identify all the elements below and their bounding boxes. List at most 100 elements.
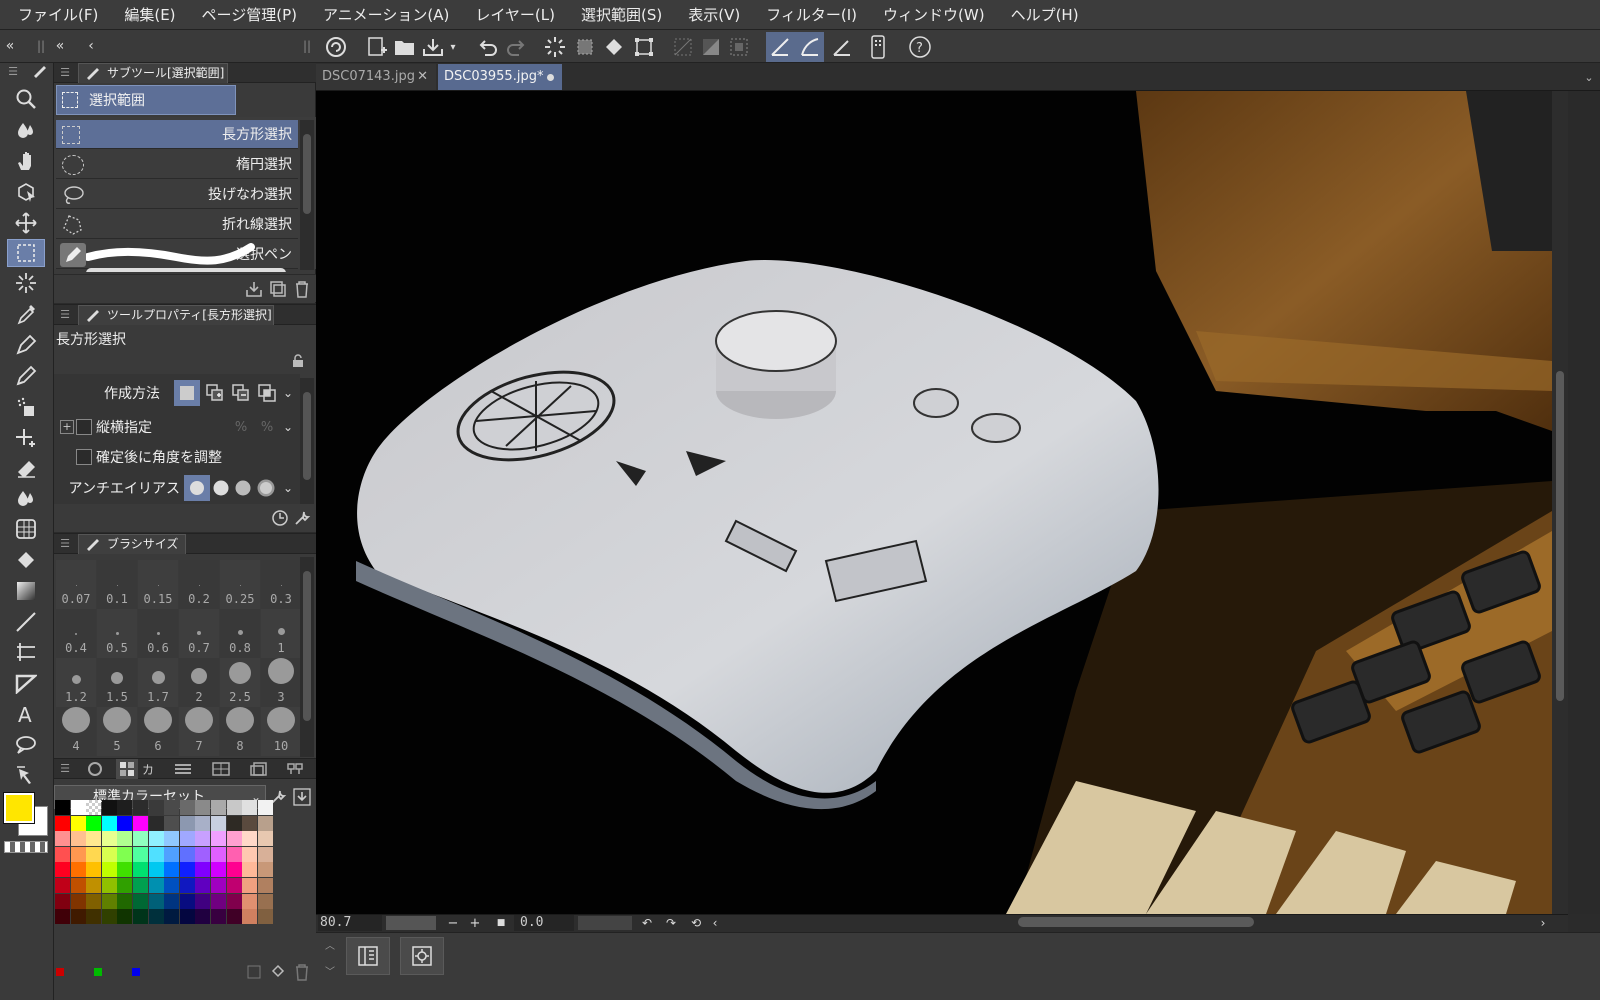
menu-filter[interactable]: フィルター(I): [753, 0, 870, 30]
color-swatch[interactable]: [164, 846, 180, 862]
color-swatch[interactable]: [179, 878, 195, 893]
color-swatch[interactable]: [211, 878, 226, 893]
brush-size-cell[interactable]: 7: [179, 707, 219, 756]
color-swatch[interactable]: [101, 831, 117, 847]
color-swatch[interactable]: [195, 800, 211, 815]
color-swatch[interactable]: [101, 893, 117, 909]
fill-bucket-icon[interactable]: [600, 33, 628, 61]
color-swatch[interactable]: [117, 878, 133, 893]
doc-tab-2[interactable]: DSC03955.jpg*: [438, 64, 562, 90]
clear-outside-icon[interactable]: [670, 33, 696, 61]
color-swatch[interactable]: [148, 893, 164, 909]
color-swatch[interactable]: [164, 878, 180, 893]
menu-page[interactable]: ページ管理(P): [189, 0, 310, 30]
color-swatch[interactable]: [70, 815, 86, 831]
adjust-angle-checkbox[interactable]: [76, 449, 92, 465]
phone-icon[interactable]: [866, 33, 890, 61]
color-swatch[interactable]: [195, 878, 211, 893]
chevron-down-icon[interactable]: ⌄: [1582, 68, 1596, 86]
color-swatch[interactable]: [70, 800, 86, 815]
color-swatch[interactable]: [211, 893, 226, 909]
expand-icon[interactable]: +: [60, 420, 74, 434]
zoom-tool-icon[interactable]: [7, 85, 45, 113]
ruler-icon[interactable]: [7, 638, 45, 666]
brush-size-cell[interactable]: 1.5: [97, 658, 137, 707]
color-swatch[interactable]: [55, 846, 70, 862]
canvas-area[interactable]: [316, 91, 1552, 914]
panel-menu-icon[interactable]: ☰: [58, 534, 72, 552]
color-swatch[interactable]: [101, 846, 117, 862]
brush-size-cell[interactable]: 0.07: [56, 560, 96, 609]
color-swatch[interactable]: [133, 800, 148, 815]
eraser-icon[interactable]: [7, 454, 45, 482]
color-swatch[interactable]: [257, 831, 273, 847]
chevron-up-icon[interactable]: ︿: [322, 937, 338, 952]
color-swatch[interactable]: [226, 862, 242, 878]
scroll-left-icon[interactable]: ‹: [708, 914, 722, 932]
subtool-scrollbar[interactable]: [300, 120, 314, 270]
move-tool-icon[interactable]: [7, 209, 45, 237]
color-swatch[interactable]: [195, 893, 211, 909]
red-swatch[interactable]: [56, 968, 64, 976]
add-color-icon[interactable]: [244, 962, 264, 982]
chevron-down-icon[interactable]: ﹀: [322, 963, 338, 978]
sub-view-tab-icon[interactable]: [284, 759, 306, 779]
menu-animation[interactable]: アニメーション(A): [310, 0, 462, 30]
menu-selection[interactable]: 選択範囲(S): [568, 0, 675, 30]
color-swatch[interactable]: [101, 878, 117, 893]
blend-icon[interactable]: [7, 484, 45, 512]
color-swatch[interactable]: [101, 862, 117, 878]
color-swatch[interactable]: [226, 815, 242, 831]
color-swatch[interactable]: [148, 862, 164, 878]
color-swatch[interactable]: [86, 862, 102, 878]
pencil-icon[interactable]: [7, 362, 45, 390]
color-swatch[interactable]: [133, 862, 148, 878]
subtool-item-rect[interactable]: 長方形選択: [56, 120, 298, 149]
green-swatch[interactable]: [94, 968, 102, 976]
brush-size-cell[interactable]: 0.1: [97, 560, 137, 609]
color-swatch[interactable]: [195, 862, 211, 878]
figure-line-icon[interactable]: [7, 608, 45, 636]
clip-studio-icon[interactable]: [322, 33, 350, 61]
color-swatch[interactable]: [70, 909, 86, 925]
text-tool-icon[interactable]: A: [7, 700, 45, 728]
eyedrop-water-icon[interactable]: [7, 116, 45, 144]
panel-menu-icon[interactable]: ☰: [58, 63, 72, 81]
invert-selection-icon[interactable]: [698, 33, 724, 61]
hand-tool-icon[interactable]: [7, 147, 45, 175]
open-folder-icon[interactable]: [392, 33, 418, 61]
color-swatch[interactable]: [133, 909, 148, 925]
panel-menu-icon[interactable]: ☰: [6, 63, 20, 79]
snap-special-ruler-icon[interactable]: [796, 33, 824, 61]
color-swatch[interactable]: [179, 909, 195, 925]
wrench-icon[interactable]: [292, 508, 312, 528]
zoom-value[interactable]: 80.7: [318, 915, 382, 931]
menu-layer[interactable]: レイヤー(L): [462, 0, 568, 30]
color-swatch[interactable]: [195, 815, 211, 831]
aspect-lock-icon[interactable]: %: [228, 416, 254, 438]
brush-size-cell[interactable]: 1: [261, 609, 301, 658]
color-swatch[interactable]: [70, 846, 86, 862]
color-swatch[interactable]: [242, 815, 258, 831]
zoom-in-icon[interactable]: +: [468, 914, 482, 932]
color-swatch[interactable]: [242, 862, 258, 878]
antialias-strong-button[interactable]: [254, 475, 278, 501]
undo-icon[interactable]: [474, 33, 500, 61]
canvas-hscroll-thumb[interactable]: [1018, 917, 1254, 927]
color-swatch[interactable]: [164, 893, 180, 909]
color-set-tab-icon[interactable]: [116, 759, 138, 779]
brush-size-cell[interactable]: 4: [56, 707, 96, 756]
subtool-group-button[interactable]: 選択範囲: [56, 85, 236, 115]
brush-size-cell[interactable]: 0.7: [179, 609, 219, 658]
color-swatch[interactable]: [117, 800, 133, 815]
color-swatch[interactable]: [86, 831, 102, 847]
object-tool-icon[interactable]: [7, 178, 45, 206]
brush-size-cell[interactable]: 0.5: [97, 609, 137, 658]
decoration-sparkle-icon[interactable]: [7, 424, 45, 452]
color-swatch[interactable]: [117, 846, 133, 862]
color-swatch[interactable]: [101, 815, 117, 831]
frame-cut-icon[interactable]: [7, 669, 45, 697]
add-selection-button[interactable]: [202, 380, 228, 406]
brush-size-cell[interactable]: 1.2: [56, 658, 96, 707]
chevron-down-icon[interactable]: ⌄: [280, 475, 296, 501]
